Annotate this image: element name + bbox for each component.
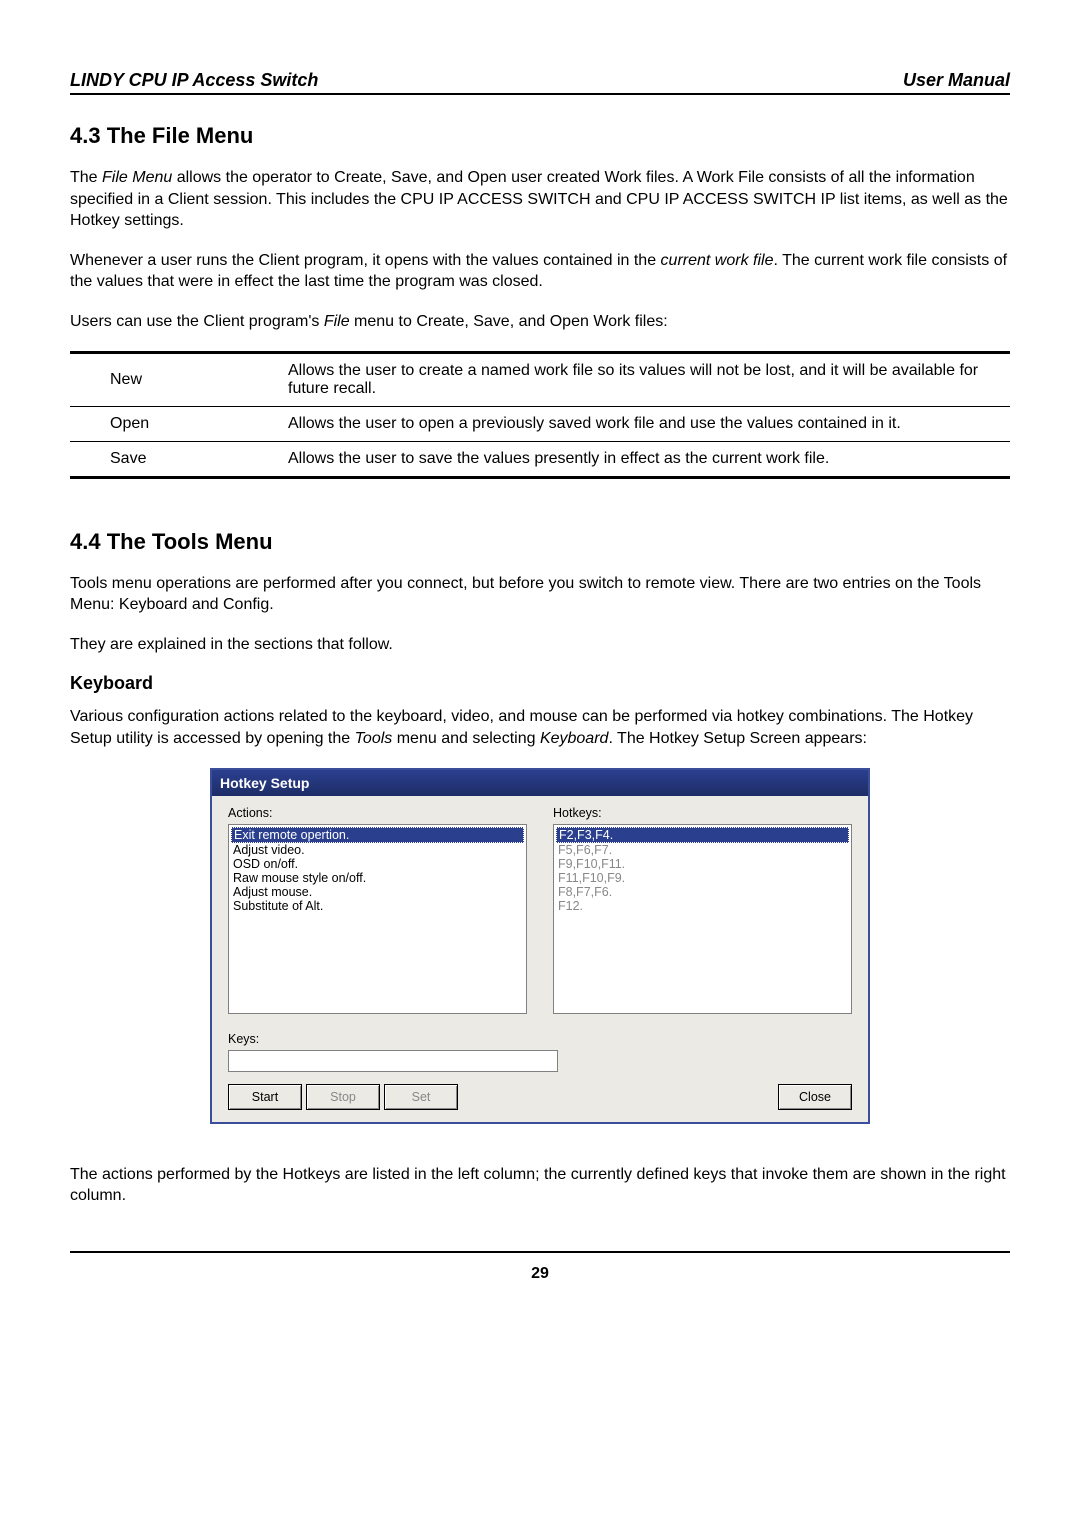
- cell-desc: Allows the user to open a previously sav…: [280, 406, 1010, 441]
- list-item[interactable]: Adjust mouse.: [231, 885, 524, 899]
- text: The: [70, 169, 102, 186]
- after-hotkey-p: The actions performed by the Hotkeys are…: [70, 1164, 1010, 1207]
- hotkeys-col: Hotkeys: F2,F3,F4. F5,F6,F7. F9,F10,F11.…: [553, 806, 852, 1014]
- start-button[interactable]: Start: [228, 1084, 302, 1110]
- list-item[interactable]: F5,F6,F7.: [556, 843, 849, 857]
- cell-name: New: [70, 352, 280, 406]
- list-item[interactable]: Substitute of Alt.: [231, 899, 524, 913]
- s43-p3: Users can use the Client program's File …: [70, 311, 1010, 333]
- close-button[interactable]: Close: [778, 1084, 852, 1110]
- keyboard-p: Various configuration actions related to…: [70, 706, 1010, 749]
- file-menu-table: New Allows the user to create a named wo…: [70, 351, 1010, 479]
- cell-name: Save: [70, 441, 280, 477]
- page-header: LINDY CPU IP Access Switch User Manual: [70, 70, 1010, 95]
- actions-col: Actions: Exit remote opertion. Adjust vi…: [228, 806, 527, 1014]
- dialog-titlebar[interactable]: Hotkey Setup: [212, 770, 868, 796]
- text-italic: Tools: [355, 730, 393, 747]
- dialog-body: Actions: Exit remote opertion. Adjust vi…: [212, 796, 868, 1122]
- section-4-3-title: 4.3 The File Menu: [70, 123, 1010, 149]
- hotkeys-list[interactable]: F2,F3,F4. F5,F6,F7. F9,F10,F11. F11,F10,…: [553, 824, 852, 1014]
- actions-list[interactable]: Exit remote opertion. Adjust video. OSD …: [228, 824, 527, 1014]
- text: Whenever a user runs the Client program,…: [70, 252, 661, 269]
- text: allows the operator to Create, Save, and…: [70, 169, 1008, 229]
- s44-p2: They are explained in the sections that …: [70, 634, 1010, 656]
- list-item[interactable]: F9,F10,F11.: [556, 857, 849, 871]
- table-row: New Allows the user to create a named wo…: [70, 352, 1010, 406]
- cell-desc: Allows the user to create a named work f…: [280, 352, 1010, 406]
- stop-button[interactable]: Stop: [306, 1084, 380, 1110]
- table-row: Open Allows the user to open a previousl…: [70, 406, 1010, 441]
- list-item[interactable]: F11,F10,F9.: [556, 871, 849, 885]
- s43-p2: Whenever a user runs the Client program,…: [70, 250, 1010, 293]
- keyboard-heading: Keyboard: [70, 673, 1010, 694]
- list-item[interactable]: F8,F7,F6.: [556, 885, 849, 899]
- list-item[interactable]: F12.: [556, 899, 849, 913]
- hotkey-setup-dialog: Hotkey Setup Actions: Exit remote operti…: [210, 768, 870, 1124]
- text: menu and selecting: [392, 730, 540, 747]
- page-number: 29: [70, 1265, 1010, 1283]
- actions-label: Actions:: [228, 806, 527, 820]
- table-row: Save Allows the user to save the values …: [70, 441, 1010, 477]
- text-italic: File Menu: [102, 169, 172, 186]
- buttons-row: Start Stop Set Close: [228, 1084, 852, 1110]
- cell-name: Open: [70, 406, 280, 441]
- list-item[interactable]: F2,F3,F4.: [556, 827, 849, 843]
- keys-label: Keys:: [228, 1032, 852, 1046]
- list-item[interactable]: Adjust video.: [231, 843, 524, 857]
- cell-desc: Allows the user to save the values prese…: [280, 441, 1010, 477]
- footer-rule: [70, 1251, 1010, 1253]
- text-italic: File: [324, 313, 350, 330]
- list-item[interactable]: Raw mouse style on/off.: [231, 871, 524, 885]
- header-right: User Manual: [903, 70, 1010, 91]
- buttons-left: Start Stop Set: [228, 1084, 458, 1110]
- hotkeys-label: Hotkeys:: [553, 806, 852, 820]
- text: menu to Create, Save, and Open Work file…: [350, 313, 668, 330]
- text: Users can use the Client program's: [70, 313, 324, 330]
- header-left: LINDY CPU IP Access Switch: [70, 70, 318, 91]
- page: LINDY CPU IP Access Switch User Manual 4…: [0, 0, 1080, 1283]
- list-item[interactable]: OSD on/off.: [231, 857, 524, 871]
- keys-input[interactable]: [228, 1050, 558, 1072]
- s44-p1: Tools menu operations are performed afte…: [70, 573, 1010, 616]
- s43-p1: The File Menu allows the operator to Cre…: [70, 167, 1010, 232]
- keys-row: Keys:: [228, 1032, 852, 1072]
- set-button[interactable]: Set: [384, 1084, 458, 1110]
- text: . The Hotkey Setup Screen appears:: [608, 730, 867, 747]
- text-italic: current work file: [661, 252, 774, 269]
- text-italic: Keyboard: [540, 730, 609, 747]
- lists-row: Actions: Exit remote opertion. Adjust vi…: [228, 806, 852, 1014]
- section-4-4-title: 4.4 The Tools Menu: [70, 529, 1010, 555]
- list-item[interactable]: Exit remote opertion.: [231, 827, 524, 843]
